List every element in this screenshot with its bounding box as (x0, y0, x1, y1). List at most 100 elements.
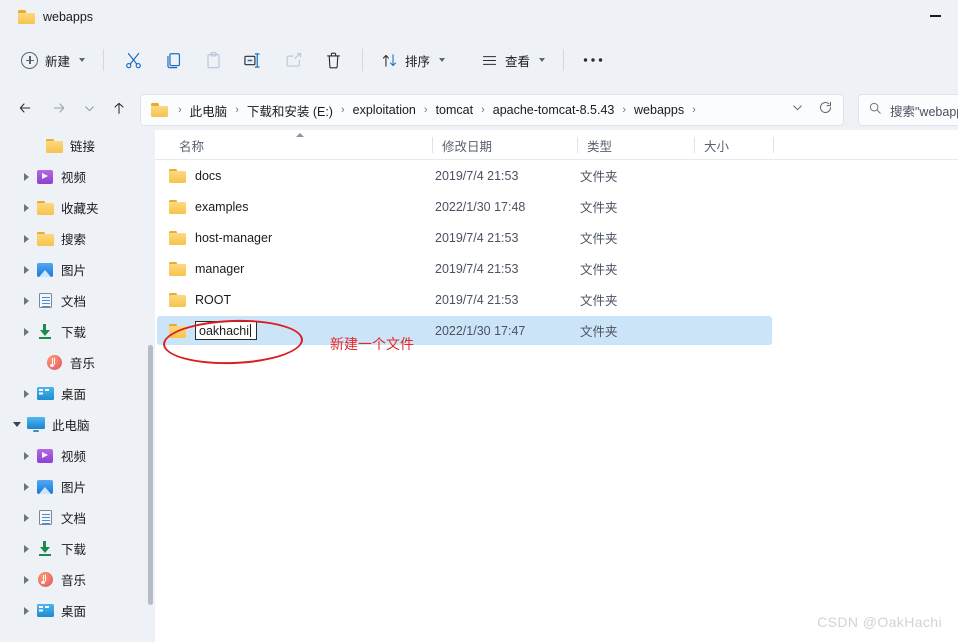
sidebar-item-0[interactable]: 链接 (0, 130, 155, 161)
sidebar-item-2[interactable]: 收藏夹 (0, 192, 155, 223)
search-box[interactable]: 搜索"webapps" (858, 94, 958, 126)
sidebar-expander[interactable] (17, 540, 35, 558)
row-date-cell: 2019/7/4 21:53 (435, 261, 519, 276)
folder-icon (18, 10, 35, 24)
breadcrumb-item-0[interactable]: 此电脑 (186, 99, 232, 122)
sidebar-item-label: 此电脑 (52, 419, 90, 433)
table-row[interactable]: docs 2019/7/4 21:53 文件夹 (155, 160, 958, 191)
row-name-cell[interactable]: docs (169, 168, 221, 183)
sidebar-item-12[interactable]: 文档 (0, 502, 155, 533)
navigation-pane[interactable]: 链接 视频 收藏夹 搜索 图片 文档 下载 音乐 桌面 此电脑 视频 图片 文档 下载 音乐 桌面 (0, 130, 155, 642)
sidebar-expander[interactable] (17, 199, 35, 217)
chevron-right-icon (23, 296, 29, 305)
table-row[interactable]: host-manager 2019/7/4 21:53 文件夹 (155, 222, 958, 253)
sidebar-item-7[interactable]: 音乐 (0, 347, 155, 378)
view-button[interactable]: 查看 (472, 43, 554, 77)
new-button[interactable]: 新建 (12, 43, 94, 77)
column-header-size[interactable]: 大小 (694, 130, 773, 160)
sidebar-item-11[interactable]: 图片 (0, 471, 155, 502)
sidebar-item-4[interactable]: 图片 (0, 254, 155, 285)
breadcrumb-dropdown-button[interactable] (791, 101, 804, 119)
column-header-date[interactable]: 修改日期 (432, 130, 577, 160)
sidebar-expander[interactable] (17, 168, 35, 186)
row-name-cell[interactable]: host-manager (169, 230, 272, 245)
sidebar-expander[interactable] (17, 509, 35, 527)
sidebar-item-label: 搜索 (61, 233, 87, 247)
column-header-name-label: 名称 (179, 139, 205, 154)
paste-icon (204, 51, 223, 70)
sidebar-expander[interactable] (26, 354, 44, 372)
share-button (273, 43, 313, 77)
sidebar-item-14[interactable]: 音乐 (0, 564, 155, 595)
cut-button[interactable] (113, 43, 153, 77)
row-name-cell[interactable]: manager (169, 261, 244, 276)
navigation-scrollbar[interactable] (148, 130, 153, 642)
sidebar-expander[interactable] (17, 385, 35, 403)
sidebar-expander[interactable] (8, 416, 26, 434)
refresh-icon[interactable] (818, 100, 833, 120)
folder-icon (151, 103, 168, 117)
rename-button[interactable] (233, 43, 273, 77)
breadcrumb-item-3[interactable]: tomcat (432, 101, 478, 119)
sidebar-item-label: 图片 (61, 481, 87, 495)
sidebar-item-3[interactable]: 搜索 (0, 223, 155, 254)
copy-button[interactable] (153, 43, 193, 77)
picture-icon (37, 479, 53, 494)
sidebar-expander[interactable] (17, 292, 35, 310)
table-row[interactable]: manager 2019/7/4 21:53 文件夹 (155, 253, 958, 284)
sidebar-expander[interactable] (17, 230, 35, 248)
sidebar-item-9[interactable]: 此电脑 (0, 409, 155, 440)
table-row[interactable]: oakhachi 2022/1/30 17:47 文件夹 (155, 315, 958, 346)
sidebar-item-6[interactable]: 下载 (0, 316, 155, 347)
sidebar-expander[interactable] (17, 478, 35, 496)
table-row[interactable]: ROOT 2019/7/4 21:53 文件夹 (155, 284, 958, 315)
folder-icon (169, 323, 186, 338)
breadcrumb-item-1[interactable]: 下载和安装 (E:) (243, 99, 337, 122)
row-name-cell[interactable]: oakhachi (169, 321, 257, 340)
video-icon (37, 448, 53, 463)
more-options-button[interactable] (573, 43, 613, 77)
sidebar-expander[interactable] (17, 447, 35, 465)
row-name-cell[interactable]: examples (169, 199, 249, 214)
sidebar-item-label: 图片 (61, 264, 87, 278)
breadcrumb[interactable]: › 此电脑 › 下载和安装 (E:) › exploitation › tomc… (140, 94, 844, 126)
ellipsis-icon (583, 57, 603, 63)
paste-button (193, 43, 233, 77)
video-icon (37, 169, 53, 184)
forward-button[interactable] (44, 95, 74, 125)
breadcrumb-item-5[interactable]: webapps (630, 101, 688, 119)
sidebar-expander[interactable] (17, 571, 35, 589)
row-name-cell[interactable]: ROOT (169, 292, 231, 307)
navigation-scrollbar-thumb[interactable] (148, 345, 153, 605)
download-icon (37, 541, 53, 556)
file-list-pane[interactable]: 名称 修改日期 类型 大小 docs 2019/7/4 21:53 文件夹 examp… (155, 130, 958, 642)
search-input[interactable]: 搜索"webapps" (890, 101, 958, 120)
recent-locations-button[interactable] (74, 95, 104, 125)
sort-button[interactable]: 排序 (372, 43, 454, 77)
sidebar-item-13[interactable]: 下载 (0, 533, 155, 564)
table-row[interactable]: examples 2022/1/30 17:48 文件夹 (155, 191, 958, 222)
sidebar-item-5[interactable]: 文档 (0, 285, 155, 316)
breadcrumb-item-4[interactable]: apache-tomcat-8.5.43 (489, 101, 619, 119)
sidebar-item-label: 桌面 (61, 388, 87, 402)
column-divider[interactable] (773, 137, 774, 153)
sidebar-expander[interactable] (17, 323, 35, 341)
rename-icon (243, 51, 263, 70)
breadcrumb-item-2[interactable]: exploitation (349, 101, 420, 119)
tab-webapps[interactable]: webapps (10, 4, 103, 30)
sidebar-item-15[interactable]: 桌面 (0, 595, 155, 626)
rename-input[interactable]: oakhachi (195, 321, 257, 340)
column-header-type[interactable]: 类型 (577, 130, 694, 160)
folder-icon (36, 231, 54, 246)
up-button[interactable] (104, 95, 134, 125)
sidebar-item-1[interactable]: 视频 (0, 161, 155, 192)
sidebar-expander[interactable] (26, 137, 44, 155)
sidebar-item-10[interactable]: 视频 (0, 440, 155, 471)
sidebar-expander[interactable] (17, 261, 35, 279)
sidebar-expander[interactable] (17, 602, 35, 620)
back-button[interactable] (10, 95, 40, 125)
sidebar-item-8[interactable]: 桌面 (0, 378, 155, 409)
delete-button[interactable] (313, 43, 353, 77)
minimize-button[interactable] (912, 0, 958, 32)
sidebar-item-label: 音乐 (70, 357, 96, 371)
